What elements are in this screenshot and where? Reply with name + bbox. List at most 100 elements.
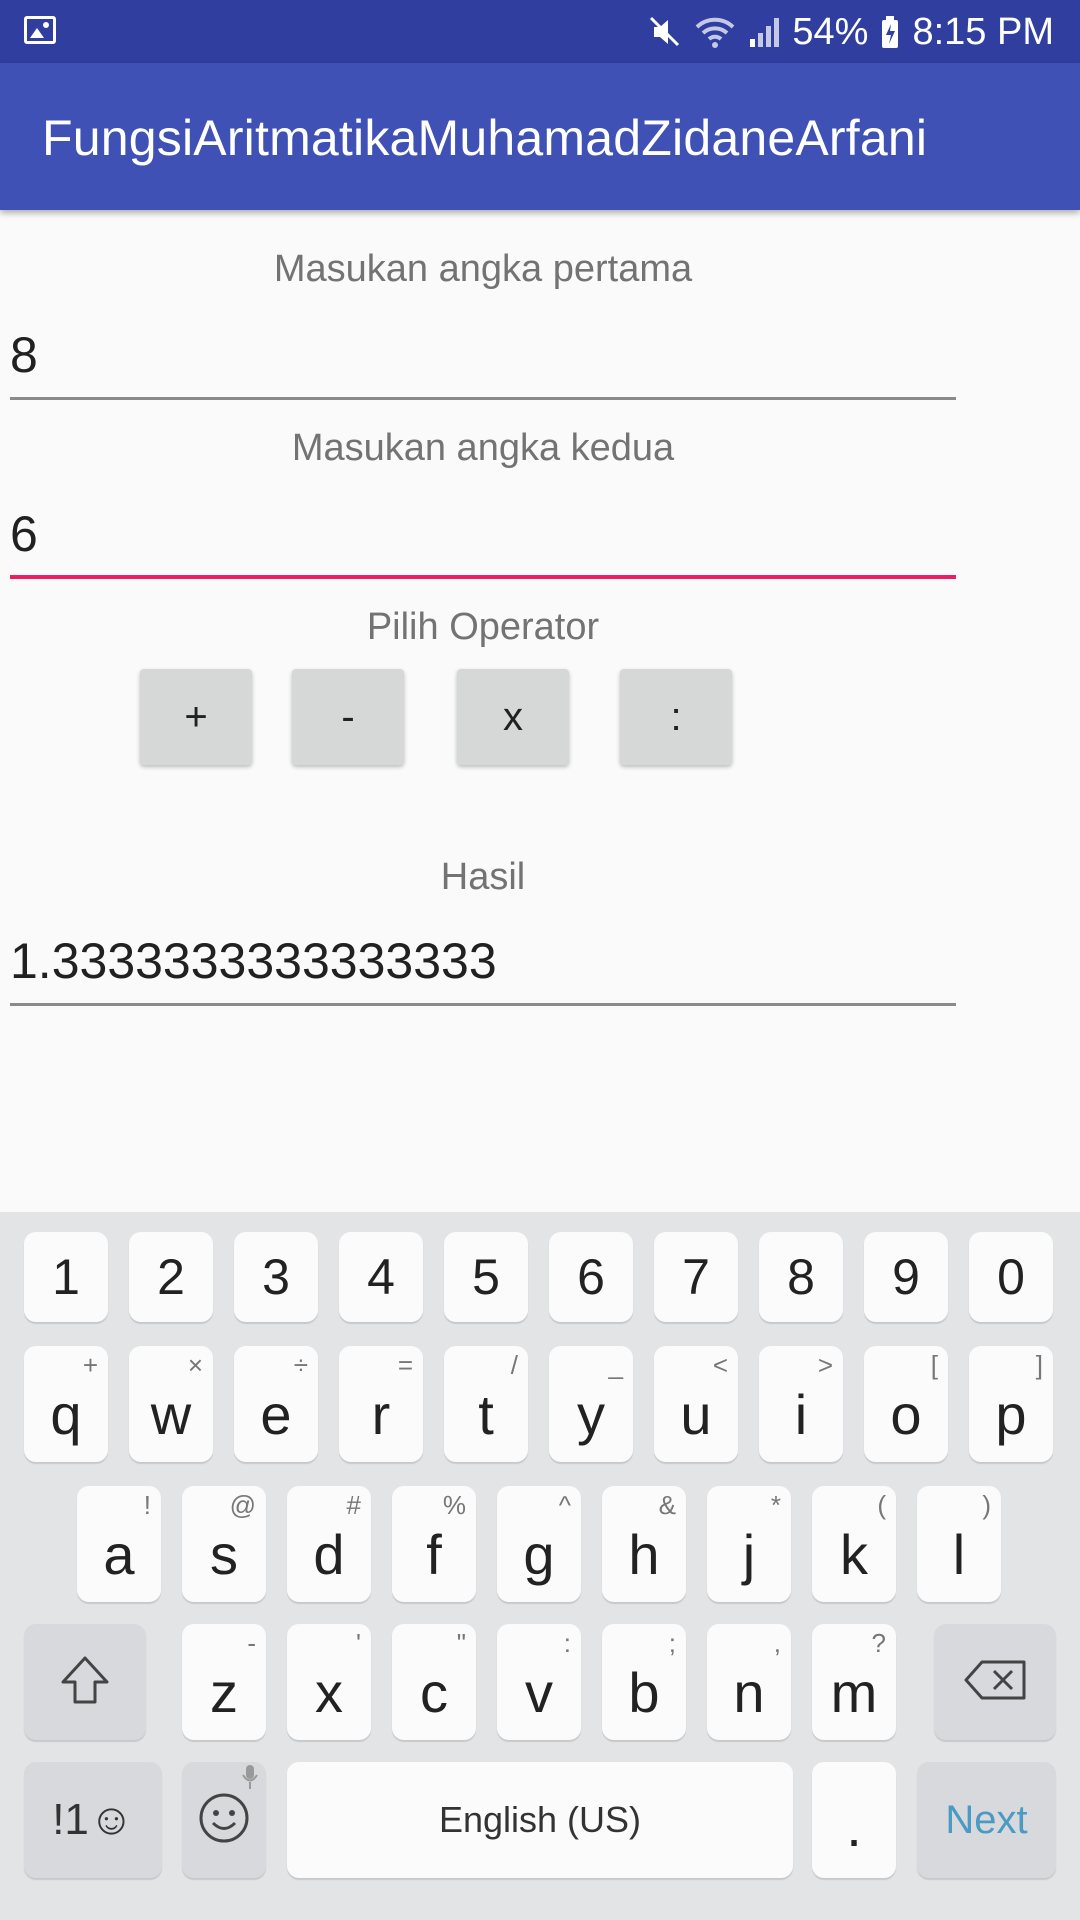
- key-o[interactable]: o[: [864, 1346, 948, 1462]
- key-6[interactable]: 6: [549, 1232, 633, 1322]
- key-alt-label: +: [82, 1350, 98, 1380]
- key-alt-label: %: [442, 1490, 466, 1520]
- key-label: 7: [682, 1249, 710, 1305]
- key-e[interactable]: e ÷: [234, 1346, 318, 1462]
- soft-keyboard: 1 2 3 4 5 6 7 8 9 0 q + w × e ÷ r = t / y _ u <…: [0, 1212, 1080, 1920]
- key-alt-label: ): [982, 1490, 991, 1520]
- key-r[interactable]: r =: [339, 1346, 423, 1462]
- key-3[interactable]: 3: [234, 1232, 318, 1322]
- period-key[interactable]: .: [812, 1762, 896, 1878]
- key-1[interactable]: 1: [24, 1232, 108, 1322]
- key-g[interactable]: g ^: [497, 1486, 581, 1602]
- subtract-button[interactable]: -: [292, 669, 404, 765]
- mute-icon: [648, 15, 682, 49]
- key-label: b: [628, 1660, 660, 1724]
- symbols-key[interactable]: !1☺: [24, 1762, 162, 1878]
- key-alt-label: ^: [558, 1490, 571, 1520]
- backspace-icon: [962, 1658, 1028, 1707]
- key-w[interactable]: w ×: [129, 1346, 213, 1462]
- key-label: u: [680, 1382, 712, 1446]
- key-y[interactable]: y _: [549, 1346, 633, 1462]
- key-5[interactable]: 5: [444, 1232, 528, 1322]
- divide-button[interactable]: :: [620, 669, 732, 765]
- key-alt-label: <: [712, 1350, 728, 1380]
- shift-key[interactable]: [24, 1624, 146, 1740]
- key-l[interactable]: l): [917, 1486, 1001, 1602]
- key-label: g: [523, 1522, 555, 1586]
- key-alt-label: *: [770, 1490, 781, 1520]
- key-label: .: [846, 1794, 862, 1858]
- battery-icon: [880, 15, 900, 49]
- space-key[interactable]: English (US): [287, 1762, 793, 1878]
- key-alt-label: ;: [668, 1628, 676, 1658]
- key-alt-label: @: [229, 1490, 256, 1520]
- key-x[interactable]: x ': [287, 1624, 371, 1740]
- add-button[interactable]: +: [140, 669, 252, 765]
- key-alt-label: ÷: [293, 1350, 308, 1380]
- key-v[interactable]: v:: [497, 1624, 581, 1740]
- key-label: p: [995, 1382, 1027, 1446]
- key-9[interactable]: 9: [864, 1232, 948, 1322]
- key-d[interactable]: d #: [287, 1486, 371, 1602]
- key-i[interactable]: i >: [759, 1346, 843, 1462]
- key-label: j: [742, 1522, 756, 1586]
- key-q[interactable]: q +: [24, 1346, 108, 1462]
- backspace-key[interactable]: [934, 1624, 1056, 1740]
- next-key[interactable]: Next: [917, 1762, 1056, 1878]
- key-j[interactable]: j *: [707, 1486, 791, 1602]
- second-number-label: Masukan angka kedua: [291, 427, 675, 469]
- second-number-underline: [10, 575, 956, 579]
- key-n[interactable]: n,: [707, 1624, 791, 1740]
- key-label: o: [890, 1382, 922, 1446]
- key-z[interactable]: z-: [182, 1624, 266, 1740]
- key-p[interactable]: p]: [969, 1346, 1053, 1462]
- key-b[interactable]: b;: [602, 1624, 686, 1740]
- key-label: i: [794, 1382, 808, 1446]
- key-label: k: [840, 1522, 868, 1586]
- key-4[interactable]: 4: [339, 1232, 423, 1322]
- next-label: Next: [945, 1797, 1028, 1842]
- key-alt-label: ?: [871, 1628, 886, 1658]
- result-field[interactable]: 1.3333333333333333: [10, 926, 956, 1006]
- key-t[interactable]: t /: [444, 1346, 528, 1462]
- key-label: n: [733, 1660, 765, 1724]
- key-label: 8: [787, 1249, 815, 1305]
- key-label: a: [103, 1522, 135, 1586]
- emoji-key[interactable]: [182, 1762, 266, 1878]
- key-2[interactable]: 2: [129, 1232, 213, 1322]
- key-s[interactable]: s @: [182, 1486, 266, 1602]
- key-label: f: [426, 1522, 442, 1586]
- key-8[interactable]: 8: [759, 1232, 843, 1322]
- key-alt-label: &: [658, 1490, 676, 1520]
- key-label: t: [478, 1382, 494, 1446]
- operator-label: Pilih Operator: [366, 606, 600, 648]
- symbols-label: !1☺: [52, 1795, 134, 1844]
- key-label: r: [371, 1382, 391, 1446]
- key-alt-label: >: [817, 1350, 833, 1380]
- key-0[interactable]: 0: [969, 1232, 1053, 1322]
- emoji-icon: [196, 1790, 252, 1851]
- key-a[interactable]: a!: [77, 1486, 161, 1602]
- key-label: h: [628, 1522, 660, 1586]
- key-alt-label: (: [877, 1490, 886, 1520]
- key-label: 4: [367, 1249, 395, 1305]
- key-7[interactable]: 7: [654, 1232, 738, 1322]
- second-number-field[interactable]: 6: [10, 499, 956, 579]
- key-f[interactable]: f%: [392, 1486, 476, 1602]
- multiply-button[interactable]: x: [457, 669, 569, 765]
- key-m[interactable]: m?: [812, 1624, 896, 1740]
- first-number-field[interactable]: 8: [10, 320, 956, 400]
- key-k[interactable]: k(: [812, 1486, 896, 1602]
- key-label: e: [260, 1382, 292, 1446]
- key-alt-label: ×: [187, 1350, 203, 1380]
- key-u[interactable]: u <: [654, 1346, 738, 1462]
- app-title: FungsiAritmatikaMuhamadZidaneArfani: [42, 110, 928, 166]
- key-h[interactable]: h &: [602, 1486, 686, 1602]
- key-c[interactable]: c ": [392, 1624, 476, 1740]
- key-alt-label: ": [456, 1628, 466, 1658]
- key-alt-label: ]: [1035, 1350, 1043, 1380]
- key-label: 9: [892, 1249, 920, 1305]
- key-alt-label: _: [608, 1350, 623, 1380]
- first-number-label: Masukan angka pertama: [273, 248, 693, 290]
- key-label: x: [315, 1660, 343, 1724]
